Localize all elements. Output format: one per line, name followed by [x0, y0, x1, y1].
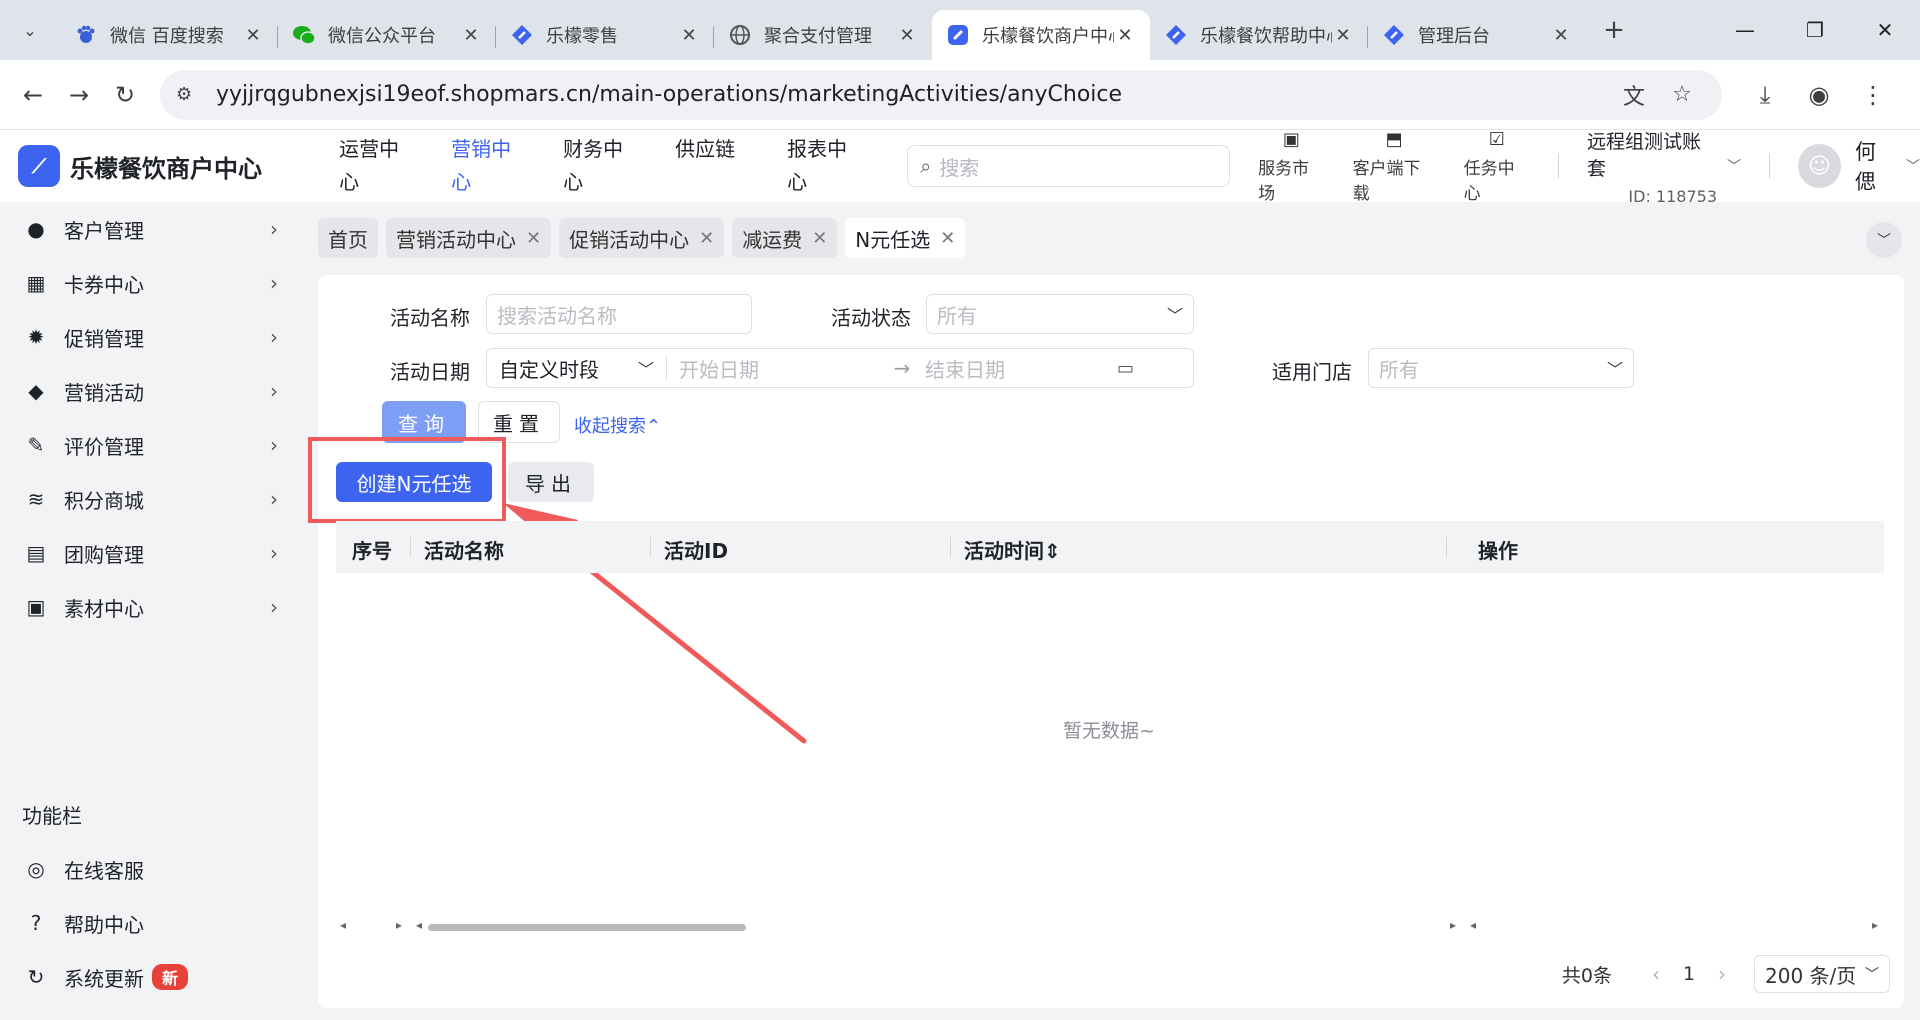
pagination-page-1[interactable]: 1: [1674, 963, 1704, 985]
table-header: 序号 活动名称 活动ID 活动时间⇕ 操作: [336, 521, 1884, 573]
column-header-activity-time[interactable]: 活动时间⇕: [964, 535, 1061, 564]
page-size-select[interactable]: 200 条/页 ﹀: [1754, 955, 1890, 993]
pagination-total: 共0条: [1561, 964, 1612, 987]
pagination: 共0条 ‹ 1 › 200 条/页 ﹀: [1562, 955, 1890, 993]
scroll-left-icon[interactable]: ◂: [416, 918, 422, 932]
chevron-right-icon[interactable]: ›: [1704, 962, 1740, 986]
scroll-left-icon[interactable]: ◂: [340, 918, 346, 932]
chevron-down-icon: ﹀: [1865, 967, 1879, 983]
column-header-activity-id: 活动ID: [664, 539, 729, 563]
column-header-index: 序号: [352, 539, 392, 563]
column-header-actions: 操作: [1478, 539, 1518, 563]
table-horizontal-scrollbar[interactable]: ◂ ▸ ◂ ▸ ◂ ▸: [336, 918, 1884, 936]
sort-icon[interactable]: ⇕: [1044, 539, 1061, 563]
scroll-right-icon[interactable]: ▸: [1450, 918, 1456, 932]
table-empty-text: 暂无数据~: [1063, 720, 1155, 742]
chevron-left-icon[interactable]: ‹: [1638, 962, 1674, 986]
scroll-right-icon[interactable]: ▸: [396, 918, 402, 932]
scroll-right-icon[interactable]: ▸: [1872, 918, 1878, 932]
scrollbar-thumb[interactable]: [428, 924, 746, 931]
column-header-activity-name: 活动名称: [424, 539, 504, 563]
scroll-left-icon[interactable]: ◂: [1470, 918, 1476, 932]
annotation-arrow: [503, 503, 807, 744]
